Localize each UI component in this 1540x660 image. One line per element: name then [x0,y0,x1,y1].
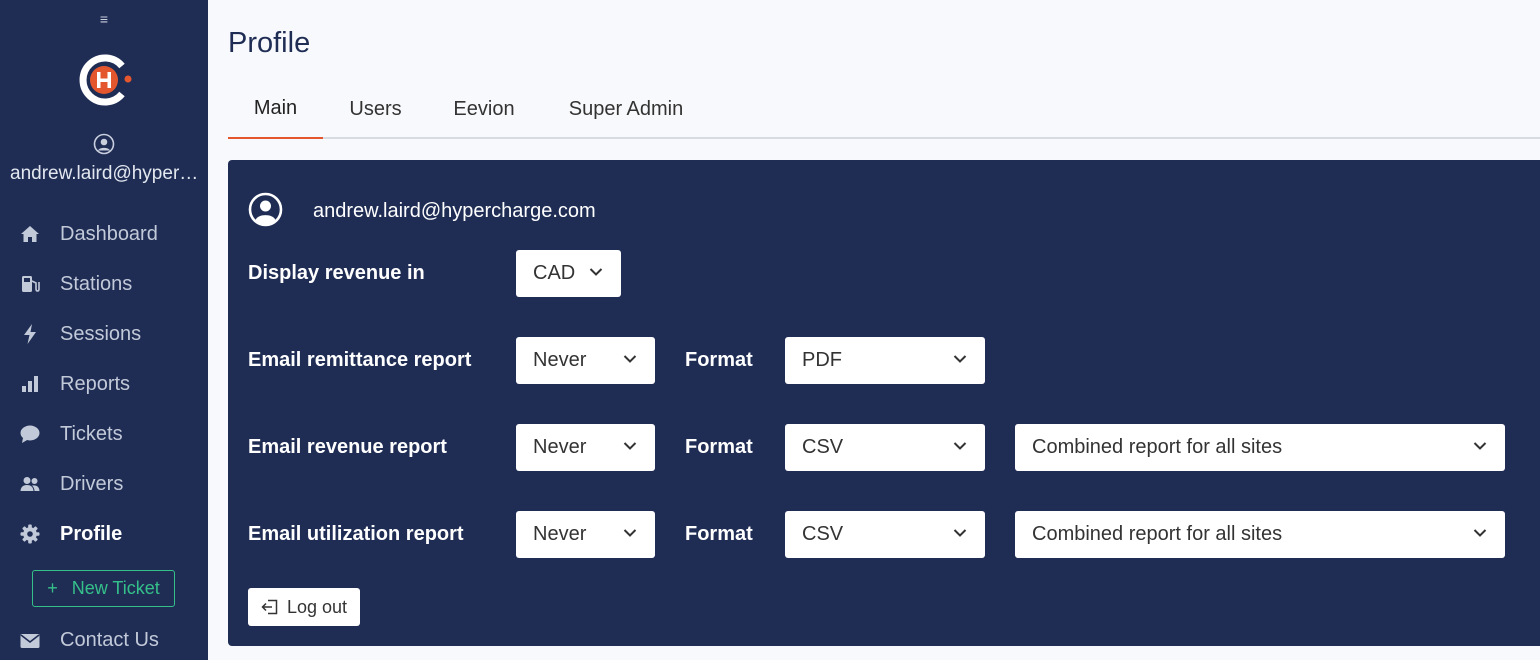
remittance-frequency-select[interactable]: Never [516,337,655,384]
sidebar-nav: Dashboard Stations Sessions Reports Tick… [0,209,208,559]
contact-us-label: Contact Us [60,629,159,651]
revenue-frequency-value: Never [533,436,587,458]
profile-settings-panel: andrew.laird@hypercharge.com Display rev… [228,160,1540,646]
chevron-down-icon [623,355,637,363]
sidebar-user-email: andrew.laird@hypercharge.com [10,163,200,184]
sidebar-item-label: Drivers [60,472,124,495]
sidebar-item-stations[interactable]: Stations [0,259,208,309]
utilization-scope-value: Combined report for all sites [1032,523,1283,545]
hypercharge-logo[interactable] [76,52,132,108]
page-title: Profile [228,27,311,59]
revenue-format-select[interactable]: CSV [785,424,985,471]
menu-icon[interactable]: ≡ [96,10,112,28]
logout-icon [261,599,279,615]
tab-main[interactable]: Main [228,86,323,139]
profile-email: andrew.laird@hypercharge.com [313,200,596,222]
sidebar-item-label: Profile [60,522,123,545]
utilization-frequency-select[interactable]: Never [516,511,655,558]
sidebar-item-label: Dashboard [60,222,158,245]
tab-users[interactable]: Users [334,86,417,139]
revenue-report-label: Email revenue report [248,436,447,458]
sidebar-item-label: Sessions [60,322,142,345]
lightning-icon [20,324,40,344]
revenue-frequency-select[interactable]: Never [516,424,655,471]
logout-button[interactable]: Log out [248,588,360,626]
gear-icon [20,524,40,544]
chevron-down-icon [953,529,967,537]
sidebar-item-label: Reports [60,372,131,395]
home-icon [20,224,40,244]
sidebar-item-label: Tickets [60,422,123,445]
tab-super-admin[interactable]: Super Admin [554,86,698,139]
utilization-scope-select[interactable]: Combined report for all sites [1015,511,1505,558]
user-avatar-icon[interactable] [93,133,115,155]
tab-bar: Main Users Eevion Super Admin [228,86,1540,139]
utilization-report-label: Email utilization report [248,523,464,545]
sidebar-item-sessions[interactable]: Sessions [0,309,208,359]
sidebar-item-tickets[interactable]: Tickets [0,409,208,459]
remittance-frequency-value: Never [533,349,587,371]
fuel-station-icon [20,274,40,294]
chevron-down-icon [589,268,603,276]
utilization-format-select[interactable]: CSV [785,511,985,558]
sidebar-item-contact-us[interactable]: Contact Us [20,629,159,652]
utilization-format-value: CSV [802,523,844,545]
sidebar-item-reports[interactable]: Reports [0,359,208,409]
revenue-scope-value: Combined report for all sites [1032,436,1283,458]
sidebar-item-drivers[interactable]: Drivers [0,459,208,509]
bar-chart-icon [20,374,40,394]
remittance-format-select[interactable]: PDF [785,337,985,384]
chevron-down-icon [1473,529,1487,537]
remittance-format-value: PDF [802,349,842,371]
chevron-down-icon [623,442,637,450]
chevron-down-icon [623,529,637,537]
currency-value: CAD [533,262,576,284]
revenue-scope-select[interactable]: Combined report for all sites [1015,424,1505,471]
utilization-frequency-value: Never [533,523,587,545]
remittance-report-label: Email remittance report [248,349,472,371]
revenue-format-label: Format [685,436,753,458]
remittance-format-label: Format [685,349,753,371]
user-circle-icon [248,192,283,227]
sidebar-item-profile[interactable]: Profile [0,509,208,559]
chevron-down-icon [953,355,967,363]
chevron-down-icon [1473,442,1487,450]
mail-icon [20,631,40,651]
utilization-format-label: Format [685,523,753,545]
currency-select[interactable]: CAD [516,250,621,297]
chevron-down-icon [953,442,967,450]
revenue-format-value: CSV [802,436,844,458]
tab-eevion[interactable]: Eevion [442,86,526,139]
users-icon [20,474,40,494]
sidebar-item-label: Stations [60,272,133,295]
new-ticket-button[interactable]: + New Ticket [32,570,175,607]
new-ticket-label: New Ticket [71,578,160,598]
logout-label: Log out [286,596,348,617]
plus-icon: + [47,578,58,598]
sidebar: ≡ andrew.laird@hypercharge.com Dashboard… [0,0,208,660]
display-revenue-label: Display revenue in [248,262,425,284]
chat-bubble-icon [20,424,40,444]
sidebar-item-dashboard[interactable]: Dashboard [0,209,208,259]
